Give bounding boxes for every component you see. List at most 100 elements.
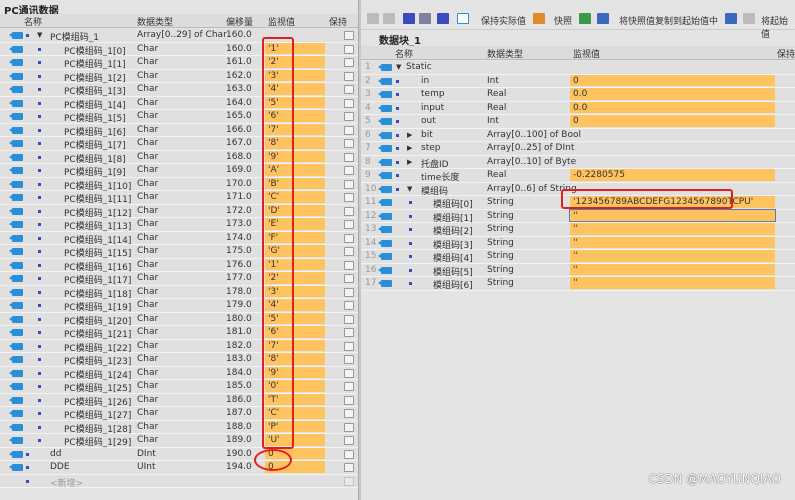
snapshot-icon-1[interactable] [579, 13, 591, 24]
monitor-cell[interactable]: 0 [570, 115, 775, 127]
expand-arrow-icon[interactable]: ▶ [407, 131, 412, 139]
retain-checkbox[interactable] [344, 301, 354, 310]
retain-checkbox[interactable] [344, 449, 354, 459]
retain-checkbox[interactable] [344, 44, 354, 54]
table-row[interactable]: PC模组码_1[26] Char 186.0 'T' [0, 393, 358, 408]
table-row[interactable]: PC模组码_1[7] Char 167.0'8' [0, 137, 358, 151]
table-row[interactable]: PC模组码_1[20] Char 180.0'5' [0, 312, 358, 327]
load-icon[interactable] [725, 13, 737, 24]
expand-arrow-icon[interactable]: ▶ [407, 144, 412, 152]
table-row[interactable]: 3 temp Real 0.0 [361, 88, 795, 102]
table-row[interactable]: PC模组码_1[28] Char 188.0 'P' [0, 420, 358, 435]
table-row[interactable]: dd DInt 190.0 0 [0, 447, 358, 461]
table-row[interactable]: 7 ▶ step Array[0..25] of DInt [361, 142, 795, 156]
monitor-cell[interactable]: 0.0 [570, 88, 775, 100]
table-row[interactable]: PC模组码_1[23] Char 183.0'8' [0, 353, 358, 367]
snapshot-icon-2[interactable] [597, 13, 609, 24]
retain-checkbox[interactable] [344, 31, 354, 40]
copy-snapshot-button[interactable]: 将快照值复制到起始值中 [619, 14, 718, 27]
table-row[interactable]: PC模组码_1[16] Char 176.0'1' [0, 258, 358, 273]
table-row[interactable]: PC模组码_1[1] Char 161.0'2' [0, 56, 358, 70]
retain-checkbox[interactable] [344, 476, 354, 486]
table-row[interactable]: PC模组码_1[12] Char 172.0 'D' [0, 204, 358, 219]
monitor-cell[interactable]: 0 [570, 74, 775, 86]
retain-checkbox[interactable] [344, 274, 354, 283]
table-row[interactable]: 12 模组码[1] String '' [361, 208, 795, 224]
monitor-cell[interactable] [570, 156, 775, 168]
monitor-cell[interactable]: '' [570, 223, 775, 235]
retain-checkbox[interactable] [344, 287, 354, 297]
retain-checkbox[interactable] [344, 409, 354, 418]
retain-checkbox[interactable] [344, 58, 354, 67]
monitor-cell[interactable]: '' [570, 236, 775, 248]
retain-checkbox[interactable] [344, 382, 354, 391]
table-row[interactable]: PC模组码_1[22] Char 182.0'7' [0, 339, 358, 354]
name-cell[interactable]: <新增> [50, 476, 83, 489]
toolbar-icon-2[interactable] [383, 13, 395, 24]
retain-checkbox[interactable] [344, 71, 354, 81]
table-row[interactable]: PC模组码_1[10] Char 170.0 'B' [0, 177, 358, 192]
retain-checkbox[interactable] [344, 341, 354, 351]
monitor-cell[interactable]: 0.0 [570, 101, 775, 113]
table-row[interactable]: PC模组码_1[19] Char 179.0'4' [0, 299, 358, 313]
expand-arrow-icon[interactable]: ▼ [396, 63, 401, 71]
table-row[interactable]: 2 in Int 0 [361, 74, 795, 88]
monitor-cell[interactable]: -0.2280575 [570, 169, 775, 181]
expand-arrow-icon[interactable]: ▶ [407, 158, 412, 166]
retain-checkbox[interactable] [344, 98, 354, 108]
monitor-cell[interactable] [570, 129, 775, 141]
table-row[interactable]: 4 input Real 0.0 [361, 101, 795, 115]
snapshot-button[interactable]: 快照 [554, 14, 572, 27]
expand-arrow-icon[interactable]: ▼ [37, 31, 42, 39]
list-icon[interactable] [437, 13, 449, 24]
toolbar-icon-1[interactable] [367, 13, 379, 24]
col-type[interactable]: 数据类型 [487, 47, 523, 60]
table-row[interactable]: PC模组码_1[18] Char 178.0'3' [0, 285, 358, 300]
monitor-cell[interactable]: '' [569, 208, 776, 222]
table-row[interactable]: PC模组码_1[6] Char 166.0'7' [0, 123, 358, 138]
table-row[interactable]: PC模组码_1[24] Char 184.0'9' [0, 366, 358, 381]
col-monitor[interactable]: 监视值 [573, 47, 600, 60]
table-row[interactable]: PC模组码_1[21] Char 181.0'6' [0, 326, 358, 340]
monitor-icon[interactable] [457, 13, 469, 24]
keep-actual-button[interactable]: 保持实际值 [481, 14, 526, 27]
table-row[interactable]: PC模组码_1[3] Char 163.0'4' [0, 83, 358, 97]
retain-checkbox[interactable] [344, 220, 354, 229]
col-name[interactable]: 名称 [395, 47, 413, 60]
table-row[interactable]: PC模组码_1[25] Char 185.0'0' [0, 380, 358, 394]
retain-checkbox[interactable] [344, 179, 354, 189]
table-row[interactable]: 15 模组码[4] String '' [361, 250, 795, 264]
retain-checkbox[interactable] [344, 193, 354, 202]
table-row[interactable]: 5 out Int 0 [361, 115, 795, 129]
table-row[interactable]: PC模组码_1[14] Char 174.0 'F' [0, 231, 358, 246]
table-row[interactable]: 1 ▼ Static [361, 61, 795, 75]
load-icon-2[interactable] [743, 13, 755, 24]
retain-checkbox[interactable] [344, 166, 354, 175]
lock-icon[interactable] [533, 13, 545, 24]
retain-checkbox[interactable] [344, 152, 354, 162]
monitor-cell[interactable]: '' [570, 277, 775, 289]
col-monitor[interactable]: 监视值 [268, 15, 295, 28]
retain-checkbox[interactable] [344, 112, 354, 121]
retain-checkbox[interactable] [344, 436, 354, 445]
table-row[interactable]: 13 模组码[2] String '' [361, 223, 795, 237]
table-row[interactable]: 9 time长度 Real -0.2280575 [361, 169, 795, 183]
col-retain[interactable]: 保持 [777, 47, 795, 60]
table-row[interactable]: <新增> [0, 474, 358, 489]
table-row[interactable]: 14 模组码[3] String '' [361, 236, 795, 251]
table-row[interactable]: PC模组码_1[13] Char 173.0 'E' [0, 218, 358, 232]
retain-checkbox[interactable] [344, 247, 354, 256]
toolbar-icon-4[interactable] [419, 13, 431, 24]
monitor-cell[interactable] [570, 61, 775, 73]
retain-checkbox[interactable] [344, 422, 354, 432]
col-type[interactable]: 数据类型 [137, 15, 173, 28]
expand-arrow-icon[interactable]: ▼ [407, 185, 412, 193]
table-row[interactable]: 6 ▶ bit Array[0..100] of Bool [361, 128, 795, 142]
retain-checkbox[interactable] [344, 395, 354, 405]
monitor-cell[interactable]: '' [570, 263, 775, 275]
table-row[interactable]: 16 模组码[5] String '' [361, 263, 795, 278]
toolbar-icon-3[interactable] [403, 13, 415, 24]
load-start-button[interactable]: 将起始值 [761, 14, 795, 40]
table-row[interactable]: 8 ▶ 托盘ID Array[0..10] of Byte [361, 155, 795, 170]
table-row[interactable]: PC模组码_1[0] Char 160.0'1' [0, 42, 358, 57]
